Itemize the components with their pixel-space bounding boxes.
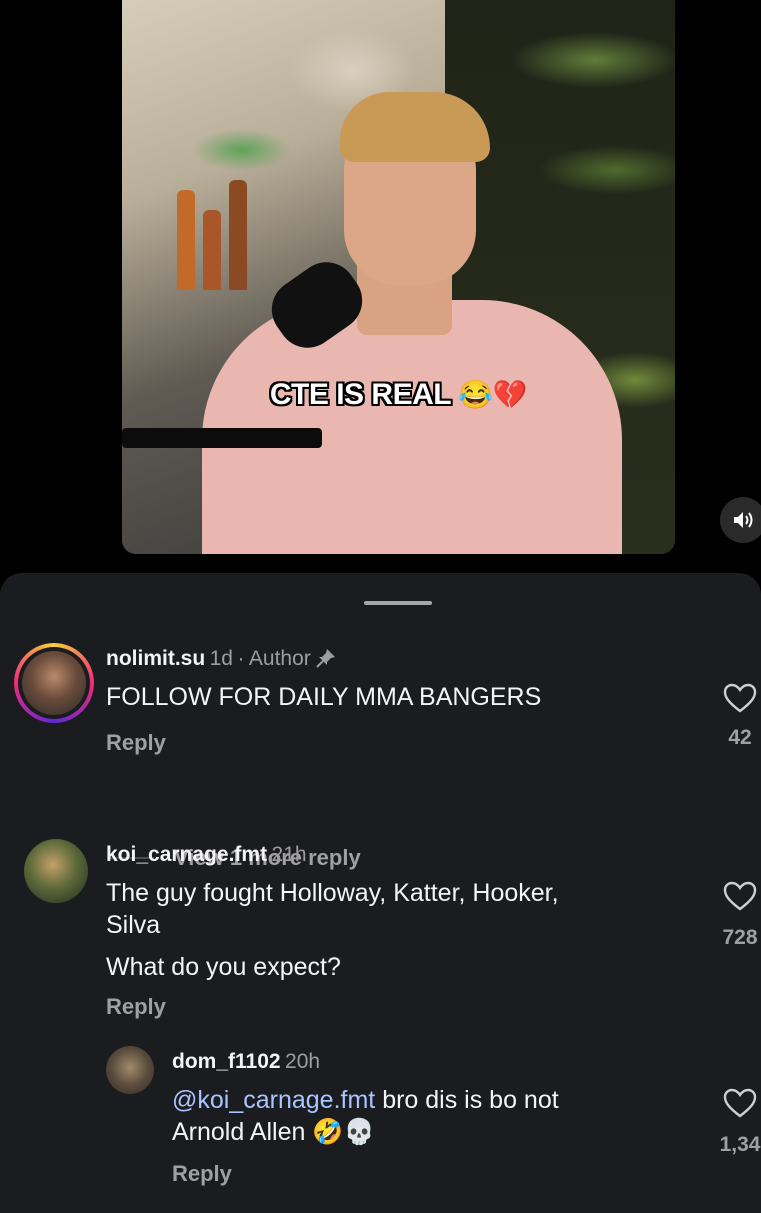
like-count: 1,34	[719, 1133, 761, 1156]
reply-button[interactable]: Reply	[106, 994, 166, 1020]
comment-text-line: What do you expect?	[106, 953, 341, 981]
sheet-drag-handle[interactable]	[364, 601, 432, 605]
video-caption: CTE IS REAL 😂💔	[122, 378, 675, 412]
mural-bottles	[177, 170, 267, 290]
comment-text: @koi_carnage.fmt bro dis is bo not Arnol…	[172, 1084, 692, 1148]
comments-sheet: nolimit.su 1d · Author FOLLOW FOR DAILY …	[0, 573, 761, 1213]
heart-icon[interactable]	[723, 683, 757, 713]
comment-time: 21h	[271, 843, 307, 866]
like-column: 1,34	[710, 1088, 761, 1157]
heart-icon[interactable]	[723, 1088, 757, 1118]
video-player[interactable]: CTE IS REAL 😂💔	[122, 0, 675, 554]
person-hair	[340, 92, 490, 162]
caption-text: CTE IS REAL	[269, 378, 451, 411]
comment-time: 1d	[209, 647, 233, 670]
mic-arm	[122, 428, 322, 448]
reply-button[interactable]: Reply	[106, 730, 166, 756]
comment-time: 20h	[285, 1050, 321, 1073]
avatar[interactable]	[14, 643, 94, 723]
comment-username[interactable]: dom_f1102	[172, 1050, 281, 1073]
comment-username[interactable]: koi_carnage.fmt	[106, 843, 267, 866]
like-column: 728	[710, 881, 761, 950]
comment-emoji: 🤣💀	[312, 1118, 375, 1146]
person-shirt	[202, 300, 622, 554]
comment-text-line: Silva	[106, 911, 161, 939]
speaker-icon	[734, 512, 753, 528]
heart-icon[interactable]	[723, 881, 757, 911]
meta-separator: ·	[237, 647, 245, 670]
reply-button[interactable]: Reply	[172, 1161, 232, 1187]
user-mention[interactable]: @koi_carnage.fmt	[172, 1086, 375, 1114]
comment-text-line: Arnold Allen	[172, 1118, 306, 1146]
author-badge: Author	[248, 647, 311, 670]
volume-button[interactable]	[720, 497, 761, 543]
comment-text: FOLLOW FOR DAILY MMA BANGERS	[106, 683, 542, 711]
comment-text-part: bro dis is bo not	[375, 1086, 559, 1114]
pin-icon	[316, 649, 336, 668]
comment-username[interactable]: nolimit.su	[106, 647, 205, 670]
like-count: 42	[728, 726, 752, 749]
caption-emoji: 😂💔	[458, 379, 528, 410]
comment-text-line: The guy fought Holloway, Katter, Hooker,	[106, 879, 559, 907]
comment-text: The guy fought Holloway, Katter, Hooker,…	[106, 877, 686, 983]
avatar[interactable]	[24, 839, 88, 903]
avatar[interactable]	[106, 1046, 154, 1094]
like-count: 728	[722, 926, 758, 949]
like-column: 42	[710, 683, 761, 750]
